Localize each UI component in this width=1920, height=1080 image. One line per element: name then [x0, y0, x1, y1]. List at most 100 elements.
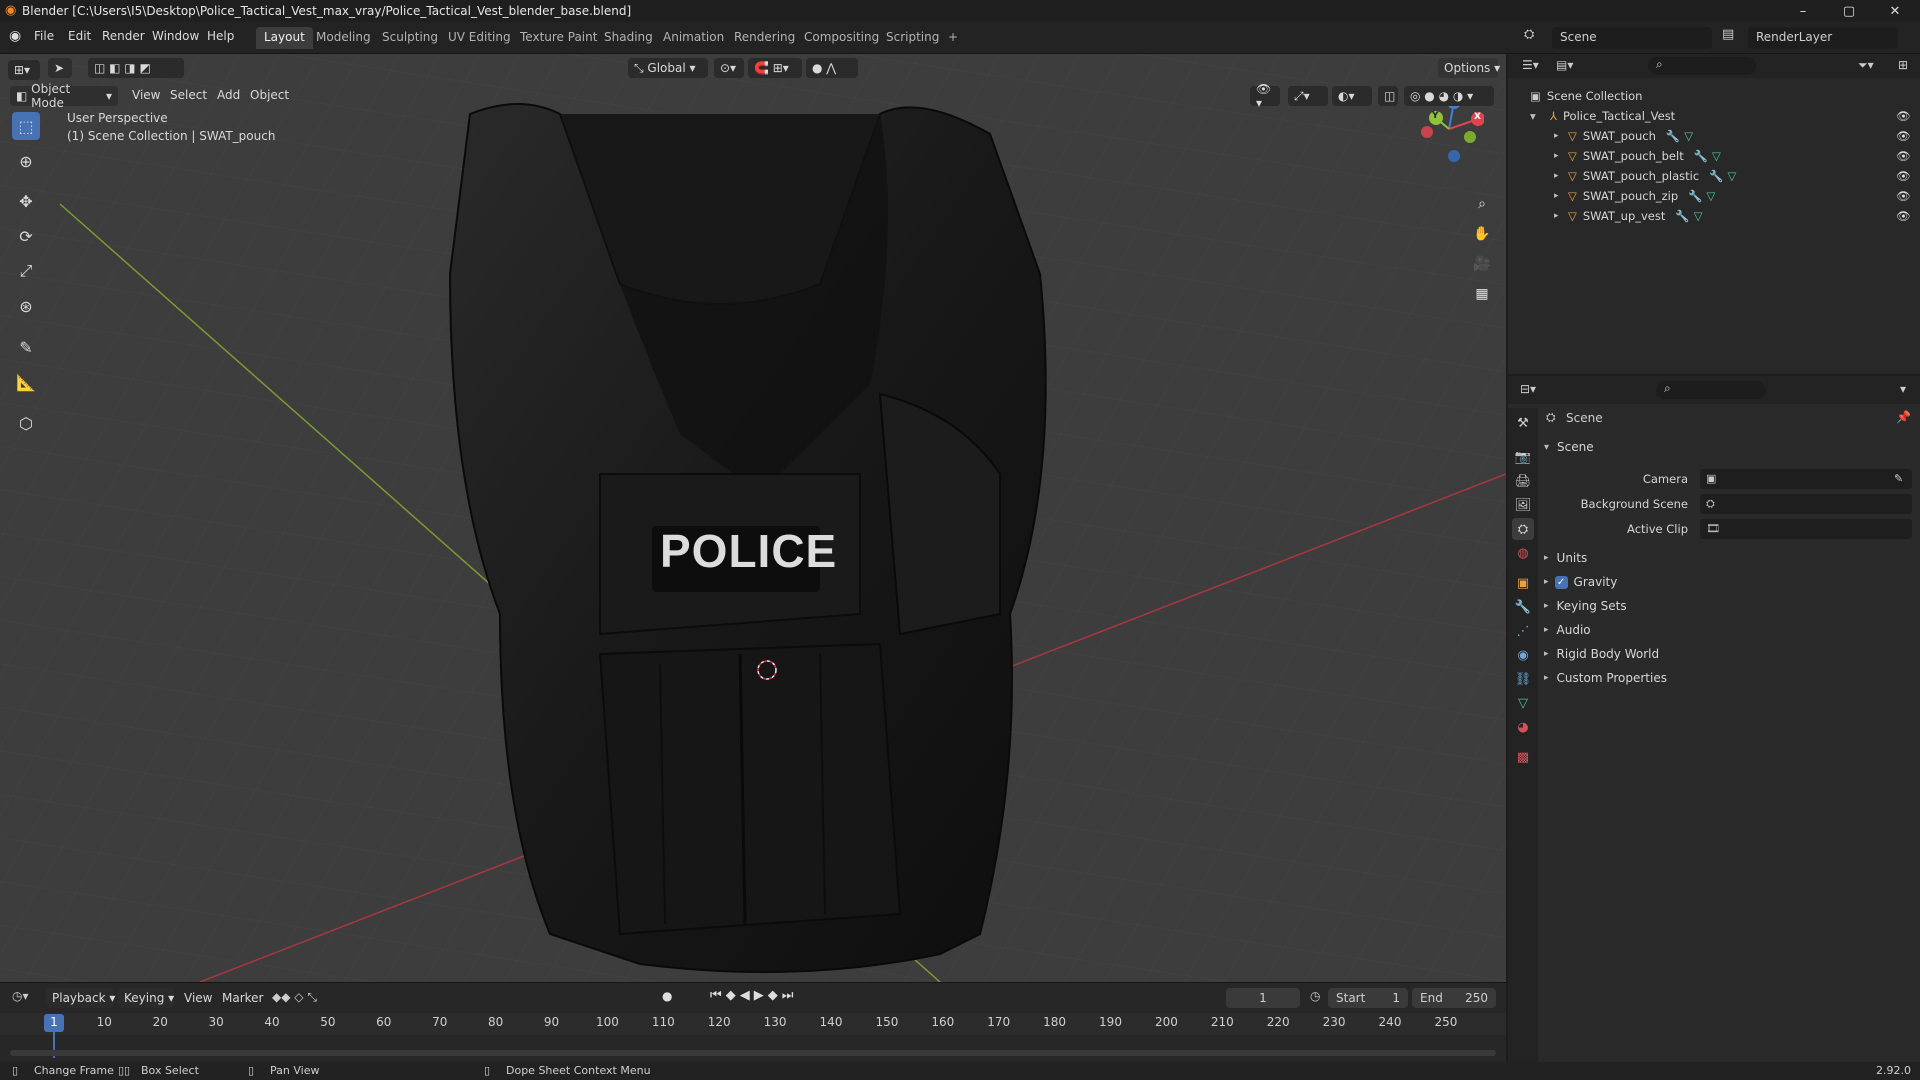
record-icon[interactable]: ● [662, 989, 672, 1003]
pan-hand-icon[interactable]: ✋ [1470, 222, 1494, 246]
background-scene-field[interactable]: ⛭ [1700, 494, 1912, 514]
visibility-eye-icon[interactable]: 👁 [1896, 129, 1911, 143]
annotate-tool-icon[interactable]: ✎ [12, 333, 40, 361]
outliner-row-object[interactable]: ▸ ▽ SWAT_up_vest 🔧 ▽ 👁 [1508, 206, 1920, 226]
outliner-editor-icon[interactable]: ☰▾ [1522, 58, 1539, 72]
editor-type-icon[interactable]: ⊞▾ [8, 60, 40, 80]
select-tool-icon[interactable]: ➤ [48, 58, 72, 78]
outliner-row-scene-collection[interactable]: ▣ Scene Collection [1508, 86, 1920, 106]
selection-mode-icons[interactable]: ◫ ◧ ◨ ◩ [88, 58, 184, 78]
blender-menu-icon[interactable]: ◉ [9, 28, 21, 44]
menu-help[interactable]: Help [207, 29, 234, 43]
tab-layout[interactable]: Layout [256, 27, 313, 49]
expand-arrow-icon[interactable]: ▸ [1554, 191, 1568, 201]
tab-texture-paint[interactable]: Texture Paint [512, 27, 605, 49]
tab-modeling[interactable]: Modeling [308, 27, 379, 49]
timeline-view-menu[interactable]: View [184, 991, 212, 1005]
view-layer-tab-icon[interactable]: 🖼 [1512, 494, 1534, 516]
select-box-tool-icon[interactable]: ⬚ [12, 112, 40, 140]
tab-rendering[interactable]: Rendering [726, 27, 803, 49]
camera-view-icon[interactable]: 🎥 [1470, 252, 1494, 276]
tab-uv-editing[interactable]: UV Editing [440, 27, 519, 49]
zoom-icon[interactable]: ⌕ [1470, 192, 1494, 216]
close-button[interactable]: ✕ [1872, 0, 1918, 22]
cursor-tool-icon[interactable]: ⊕ [12, 147, 40, 175]
menu-file[interactable]: File [34, 29, 54, 43]
transform-tool-icon[interactable]: ⊛ [12, 292, 40, 320]
viewport-menu-select[interactable]: Select [170, 88, 207, 102]
render-layer-icon[interactable]: ▤ [1722, 27, 1734, 42]
visibility-eye-icon[interactable]: 👁 [1896, 189, 1911, 203]
pivot-icon[interactable]: ⊙▾ [714, 58, 744, 78]
viewport-menu-object[interactable]: Object [250, 88, 289, 102]
rotate-tool-icon[interactable]: ⟳ [12, 222, 40, 250]
viewport-menu-add[interactable]: Add [217, 88, 240, 102]
mesh-data-icon[interactable]: ▽ [1728, 169, 1737, 183]
expand-arrow-icon[interactable]: ▸ [1554, 171, 1568, 181]
filter-icon[interactable]: ⏷▾ [1858, 58, 1874, 73]
scene-icon[interactable]: ⛭ [1524, 27, 1546, 49]
scene-tab-icon[interactable]: ⛭ [1512, 518, 1534, 540]
properties-search-input[interactable]: ⌕ [1656, 381, 1766, 399]
tab-shading[interactable]: Shading [596, 27, 661, 49]
custom-properties-section[interactable]: ▸ Custom Properties [1540, 671, 1667, 685]
tab-animation[interactable]: Animation [655, 27, 732, 49]
viewport-menu-view[interactable]: View [132, 88, 160, 102]
visibility-icon[interactable]: 👁▾ [1250, 82, 1280, 110]
expand-arrow-icon[interactable]: ▸ [1554, 131, 1568, 141]
pin-icon[interactable]: 📌 [1896, 410, 1911, 424]
render-layer-selector[interactable]: RenderLayer [1748, 27, 1898, 49]
scene-panel-header[interactable]: ▾ Scene [1540, 440, 1594, 454]
outliner-row-object[interactable]: ▸ ▽ SWAT_pouch_belt 🔧 ▽ 👁 [1508, 146, 1920, 166]
mesh-data-icon[interactable]: ▽ [1707, 189, 1716, 203]
mesh-data-icon[interactable]: ▽ [1684, 129, 1693, 143]
units-section[interactable]: ▸ Units [1540, 551, 1587, 565]
object-tab-icon[interactable]: ▣ [1512, 572, 1534, 594]
visibility-eye-icon[interactable]: 👁 [1896, 149, 1911, 163]
modifier-wrench-icon[interactable]: 🔧 [1688, 189, 1702, 203]
outliner-row-object[interactable]: ▸ ▽ SWAT_pouch 🔧 ▽ 👁 [1508, 126, 1920, 146]
output-tab-icon[interactable]: 🖨 [1512, 470, 1534, 492]
camera-field[interactable]: ▣ ✎ [1700, 469, 1912, 489]
timeline-editor-icon[interactable]: ◷▾ [12, 989, 29, 1003]
menu-window[interactable]: Window [152, 29, 199, 43]
gizmo-toggle-icon[interactable]: ⤢▾ [1288, 86, 1328, 106]
end-frame-field[interactable]: End 250 [1412, 988, 1496, 1008]
transform-orientation-select[interactable]: ⤡ Global ▾ [628, 58, 708, 78]
keyframe-icons[interactable]: ◆◆ ◇ ⤡ [272, 990, 317, 1005]
visibility-eye-icon[interactable]: 👁 [1896, 169, 1911, 183]
menu-edit[interactable]: Edit [68, 29, 91, 43]
playback-controls-icons[interactable]: ⏮◆◀▶◆⏭ [710, 988, 797, 1003]
measure-tool-icon[interactable]: 📐 [12, 368, 40, 396]
audio-section[interactable]: ▸ Audio [1540, 623, 1591, 637]
mesh-data-icon[interactable]: ▽ [1712, 149, 1721, 163]
outliner-search-input[interactable]: ⌕ [1648, 57, 1756, 75]
modifier-tab-icon[interactable]: 🔧 [1512, 596, 1534, 618]
ortho-grid-icon[interactable]: ▦ [1470, 282, 1494, 306]
mode-select[interactable]: ◧ Object Mode ▾ [10, 82, 118, 110]
physics-tab-icon[interactable]: ◉ [1512, 644, 1534, 666]
current-frame-field[interactable]: 1 [1226, 988, 1300, 1008]
texture-tab-icon[interactable]: ▩ [1512, 746, 1534, 768]
proportional-edit-icon[interactable]: ● ⋀ [806, 58, 858, 78]
modifier-wrench-icon[interactable]: 🔧 [1666, 129, 1680, 143]
display-mode-icon[interactable]: ▤▾ [1556, 58, 1573, 72]
modifier-wrench-icon[interactable]: 🔧 [1709, 169, 1723, 183]
add-cube-tool-icon[interactable]: ⬡ [12, 409, 40, 437]
overlay-toggle-icon[interactable]: ◐▾ [1332, 86, 1372, 106]
properties-editor-icon[interactable]: ⊟▾ [1520, 382, 1536, 396]
visibility-eye-icon[interactable]: 👁 [1896, 109, 1911, 123]
gravity-checkbox[interactable]: ✓ [1554, 575, 1568, 589]
add-workspace-button[interactable]: + [940, 27, 966, 49]
mesh-data-icon[interactable]: ▽ [1694, 209, 1703, 223]
start-frame-field[interactable]: Start 1 [1328, 988, 1408, 1008]
constraints-tab-icon[interactable]: ⛓ [1512, 668, 1534, 690]
shading-mode-icons[interactable]: ◎ ● ◕ ◑ ▾ [1404, 86, 1494, 106]
playback-menu[interactable]: Playback ▾ [46, 988, 115, 1008]
timeline-marker-menu[interactable]: Marker [222, 991, 263, 1005]
xray-icon[interactable]: ◫ [1378, 86, 1398, 106]
move-tool-icon[interactable]: ✥ [12, 187, 40, 215]
tab-sculpting[interactable]: Sculpting [374, 27, 446, 49]
expand-arrow-icon[interactable]: ▸ [1554, 211, 1568, 221]
new-collection-icon[interactable]: ⊞ [1898, 58, 1908, 72]
